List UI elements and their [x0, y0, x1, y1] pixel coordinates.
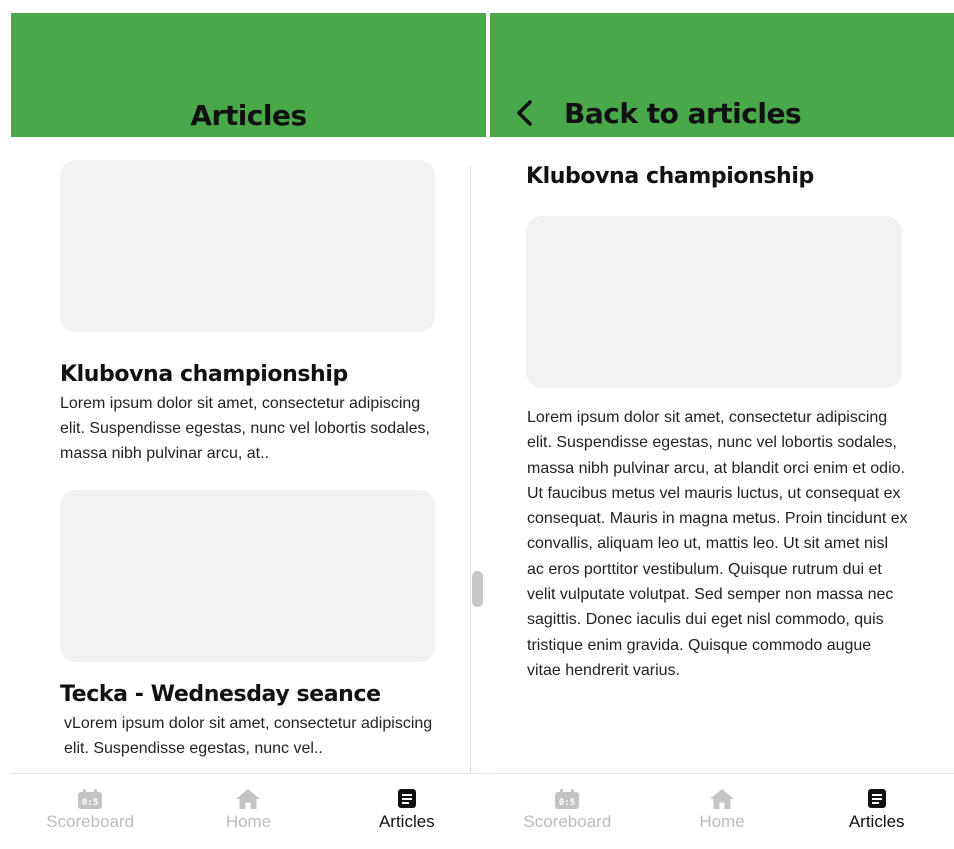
articles-list-screen: Articles Klubovna championship Lorem ips… [11, 13, 486, 849]
svg-text:0:5: 0:5 [82, 798, 98, 808]
nav-label: Scoreboard [46, 812, 135, 831]
articles-icon [867, 789, 886, 808]
nav-item-home[interactable]: Home [169, 774, 327, 849]
scrollbar-thumb[interactable] [472, 571, 483, 607]
bottom-navigation: 0:5 Scoreboard Home Articles [490, 773, 954, 849]
back-label: Back to articles [564, 96, 802, 130]
nav-item-articles[interactable]: Articles [328, 774, 486, 849]
nav-label: Home [225, 812, 272, 831]
articles-icon [397, 789, 416, 808]
article-image-placeholder [60, 160, 435, 332]
article-title: Klubovna championship [526, 164, 814, 189]
articles-feed[interactable]: Klubovna championship Lorem ipsum dolor … [11, 137, 486, 773]
article-card[interactable]: Klubovna championship Lorem ipsum dolor … [60, 160, 436, 466]
app-header: Back to articles [490, 13, 954, 137]
nav-label: Home [699, 812, 745, 831]
svg-text:0:5: 0:5 [559, 798, 575, 808]
scrollbar-track[interactable] [470, 166, 471, 773]
nav-item-home[interactable]: Home [645, 774, 800, 849]
article-excerpt: Lorem ipsum dolor sit amet, consectetur … [60, 395, 430, 462]
article-title: Klubovna championship [60, 362, 348, 387]
page-title: Articles [190, 99, 307, 132]
article-image-placeholder [526, 216, 902, 388]
home-icon [236, 789, 261, 809]
chevron-left-icon [517, 100, 532, 126]
app-stage: Articles Klubovna championship Lorem ips… [0, 0, 954, 849]
back-to-articles-button[interactable]: Back to articles [514, 95, 802, 131]
nav-item-articles[interactable]: Articles [799, 774, 954, 849]
article-excerpt: vLorem ipsum dolor sit amet, consectetur… [64, 715, 433, 757]
home-icon [710, 789, 734, 809]
scoreboard-icon: 0:5 [78, 789, 103, 809]
app-header: Articles [11, 13, 486, 137]
bottom-navigation: 0:5 Scoreboard Home Articles [11, 773, 486, 849]
article-detail-screen: Back to articles Klubovna championship L… [490, 13, 954, 849]
nav-label: Articles [378, 812, 435, 831]
article-card[interactable]: Tecka - Wednesday seance vLorem ipsum do… [60, 490, 436, 761]
article-image-placeholder [60, 490, 435, 662]
article-body: Lorem ipsum dolor sit amet, consectetur … [527, 409, 908, 679]
nav-label: Scoreboard [523, 812, 612, 831]
scoreboard-icon: 0:5 [555, 789, 580, 809]
nav-label: Articles [848, 812, 905, 831]
nav-item-scoreboard[interactable]: 0:5 Scoreboard [490, 774, 645, 849]
article-detail-content[interactable]: Klubovna championship Lorem ipsum dolor … [490, 137, 954, 773]
nav-item-scoreboard[interactable]: 0:5 Scoreboard [11, 774, 169, 849]
article-title: Tecka - Wednesday seance [60, 682, 381, 707]
